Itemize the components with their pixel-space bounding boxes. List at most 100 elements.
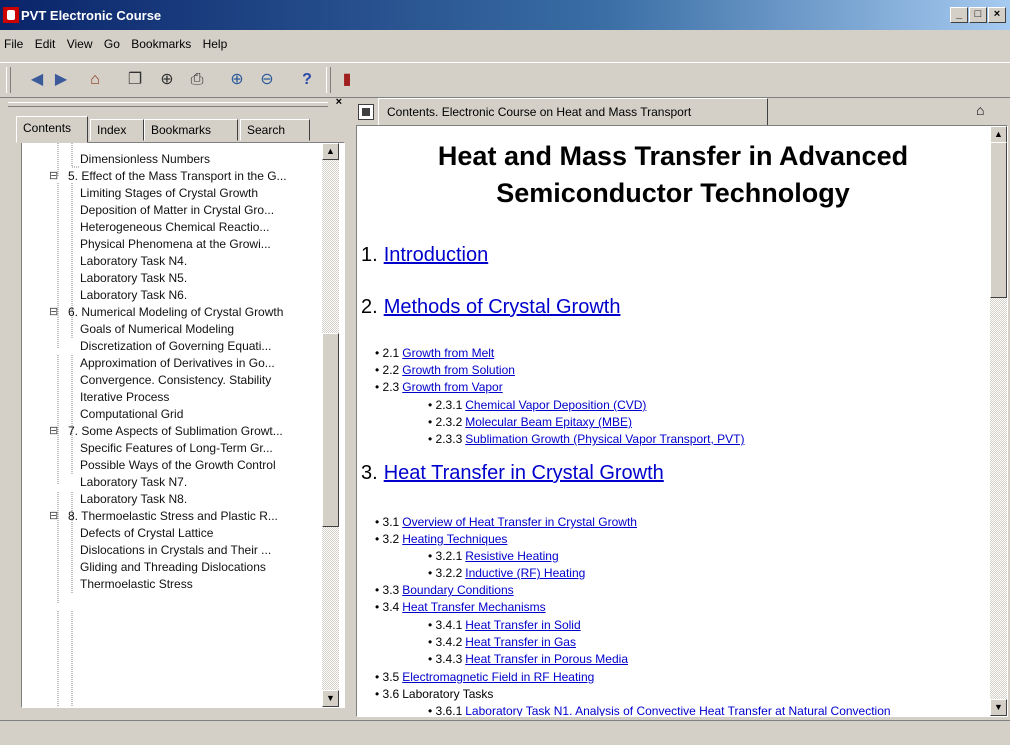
tree-item[interactable]: Gliding and Threading Dislocations <box>80 559 266 576</box>
toolbar-grip[interactable] <box>6 67 11 93</box>
zoom-in-icon[interactable]: ⊕ <box>226 69 248 91</box>
sync-icon[interactable] <box>358 104 374 120</box>
menu-view[interactable]: View <box>67 37 93 51</box>
item-link[interactable]: Heat Transfer in Solid <box>465 618 580 632</box>
tree-item[interactable]: Dislocations in Crystals and Their ... <box>80 542 271 559</box>
item-link[interactable]: Electromagnetic Field in RF Heating <box>402 670 594 684</box>
collapse-icon[interactable]: ⊟ <box>49 304 58 321</box>
item-link[interactable]: Molecular Beam Epitaxy (MBE) <box>465 415 632 429</box>
item-link[interactable]: Chemical Vapor Deposition (CVD) <box>465 398 646 412</box>
item-link[interactable]: Laboratory Task N1. Analysis of Convecti… <box>465 704 890 716</box>
copy-icon[interactable]: ❐ <box>124 69 146 91</box>
tree-item[interactable]: Approximation of Derivatives in Go... <box>80 355 275 372</box>
bullet-icon: • <box>375 687 383 701</box>
tree-chapter[interactable]: ⊟ 8. Thermoelastic Stress and Plastic R..… <box>49 508 278 525</box>
item-link[interactable]: Inductive (RF) Heating <box>465 566 585 580</box>
section-heading: 1. Introduction <box>361 244 488 267</box>
tree-item[interactable]: Computational Grid <box>80 406 183 423</box>
pane-grip[interactable] <box>8 102 328 107</box>
section-link[interactable]: Introduction <box>384 244 489 266</box>
title-line-1: Heat and Mass Transfer in Advanced <box>437 141 909 171</box>
item-link[interactable]: Resistive Heating <box>465 549 558 563</box>
tree-item[interactable]: Dimensionless Numbers <box>80 151 210 168</box>
tree-item[interactable]: Possible Ways of the Growth Control <box>80 457 276 474</box>
tree-item[interactable]: Limiting Stages of Crystal Growth <box>80 185 258 202</box>
menu-file[interactable]: File <box>4 37 23 51</box>
tree-item[interactable]: Specific Features of Long-Term Gr... <box>80 440 273 457</box>
print-icon[interactable]: ⎙ <box>186 69 208 91</box>
item-number: 2.2 <box>382 363 400 377</box>
doc-scroll-up-icon[interactable]: ▲ <box>990 126 1007 143</box>
menu-go[interactable]: Go <box>104 37 120 51</box>
doc-scroll-down-icon[interactable]: ▼ <box>990 699 1007 716</box>
app-icon <box>3 7 19 23</box>
tree-chapter[interactable]: ⊟ 5. Effect of the Mass Transport in the … <box>49 168 287 185</box>
back-icon[interactable]: ◀ <box>26 69 48 91</box>
collapse-icon[interactable]: ⊟ <box>49 168 58 185</box>
item-link[interactable]: Growth from Melt <box>402 346 494 360</box>
tab-search[interactable]: Search <box>240 119 310 141</box>
find-icon[interactable]: ⊕ <box>156 69 178 91</box>
tree-item[interactable]: Physical Phenomena at the Growi... <box>80 236 271 253</box>
tree-item[interactable]: Deposition of Matter in Crystal Gro... <box>80 202 274 219</box>
tree-item[interactable]: Thermoelastic Stress <box>80 576 193 593</box>
tree-scroll-thumb[interactable] <box>322 333 339 527</box>
bullet-icon: • <box>375 346 383 360</box>
tree-item[interactable]: Heterogeneous Chemical Reactio... <box>80 219 269 236</box>
tab-index[interactable]: Index <box>90 119 144 141</box>
item-link[interactable]: Heat Transfer in Porous Media <box>465 652 628 666</box>
menu-bookmarks[interactable]: Bookmarks <box>131 37 191 51</box>
tree-item-label: Heterogeneous Chemical Reactio... <box>80 220 270 234</box>
tree-item[interactable]: Laboratory Task N5. <box>80 270 187 287</box>
tree-item[interactable]: Laboratory Task N6. <box>80 287 187 304</box>
tab-contents[interactable]: Contents <box>16 116 88 143</box>
tab-document[interactable]: Contents. Electronic Course on Heat and … <box>378 98 768 126</box>
tree-scrollbar[interactable]: ▲ ▼ <box>322 143 339 707</box>
bullet-icon: • <box>428 398 436 412</box>
item-link[interactable]: Heating Techniques <box>402 532 507 546</box>
item-link[interactable]: Sublimation Growth (Physical Vapor Trans… <box>465 432 744 446</box>
menu-help[interactable]: Help <box>203 37 228 51</box>
home-icon[interactable]: ⌂ <box>84 69 106 91</box>
tree-item[interactable]: Discretization of Governing Equati... <box>80 338 271 355</box>
tree-item[interactable]: Laboratory Task N4. <box>80 253 187 270</box>
tree-item[interactable]: Laboratory Task N7. <box>80 474 187 491</box>
close-button[interactable]: × <box>988 7 1006 23</box>
zoom-out-icon[interactable]: ⊖ <box>256 69 278 91</box>
toc-list-item: • 3.6 Laboratory Tasks <box>375 687 493 701</box>
item-link[interactable]: Overview of Heat Transfer in Crystal Gro… <box>402 515 637 529</box>
book-icon[interactable]: ▮ <box>336 69 358 91</box>
item-link[interactable]: Growth from Solution <box>402 363 515 377</box>
help-icon[interactable]: ? <box>296 69 318 91</box>
tree-item[interactable]: Iterative Process <box>80 389 169 406</box>
section-heading: 2. Methods of Crystal Growth <box>361 296 620 319</box>
maximize-button[interactable]: □ <box>969 7 987 23</box>
collapse-icon[interactable]: ⊟ <box>49 423 58 440</box>
section-link[interactable]: Methods of Crystal Growth <box>384 296 621 318</box>
doc-scroll-thumb[interactable] <box>990 142 1007 298</box>
collapse-icon[interactable]: ⊟ <box>49 508 58 525</box>
tree-item[interactable]: Goals of Numerical Modeling <box>80 321 234 338</box>
menu-edit[interactable]: Edit <box>35 37 56 51</box>
pane-close-icon[interactable]: × <box>336 96 342 108</box>
minimize-button[interactable]: _ <box>950 7 968 23</box>
tree-chapter[interactable]: ⊟ 6. Numerical Modeling of Crystal Growth <box>49 304 283 321</box>
item-link[interactable]: Boundary Conditions <box>402 583 513 597</box>
item-link[interactable]: Heat Transfer Mechanisms <box>402 600 545 614</box>
tree-item[interactable]: Convergence. Consistency. Stability <box>80 372 271 389</box>
section-link[interactable]: Heat Transfer in Crystal Growth <box>384 462 664 484</box>
toc-list-item: • 3.4.3 Heat Transfer in Porous Media <box>428 652 628 666</box>
bullet-icon: • <box>428 415 436 429</box>
document-scrollbar[interactable]: ▲ ▼ <box>990 126 1007 716</box>
folder-icon[interactable]: ⌂ <box>976 102 992 118</box>
tree-item[interactable]: Laboratory Task N8. <box>80 491 187 508</box>
item-link[interactable]: Growth from Vapor <box>402 380 502 394</box>
forward-icon[interactable]: ▶ <box>50 69 72 91</box>
scroll-down-icon[interactable]: ▼ <box>322 690 339 707</box>
toolbar-separator <box>326 67 331 93</box>
item-link[interactable]: Heat Transfer in Gas <box>465 635 576 649</box>
tree-chapter[interactable]: ⊟ 7. Some Aspects of Sublimation Growt... <box>49 423 283 440</box>
tab-bookmarks[interactable]: Bookmarks <box>144 119 238 141</box>
scroll-up-icon[interactable]: ▲ <box>322 143 339 160</box>
tree-item[interactable]: Defects of Crystal Lattice <box>80 525 213 542</box>
